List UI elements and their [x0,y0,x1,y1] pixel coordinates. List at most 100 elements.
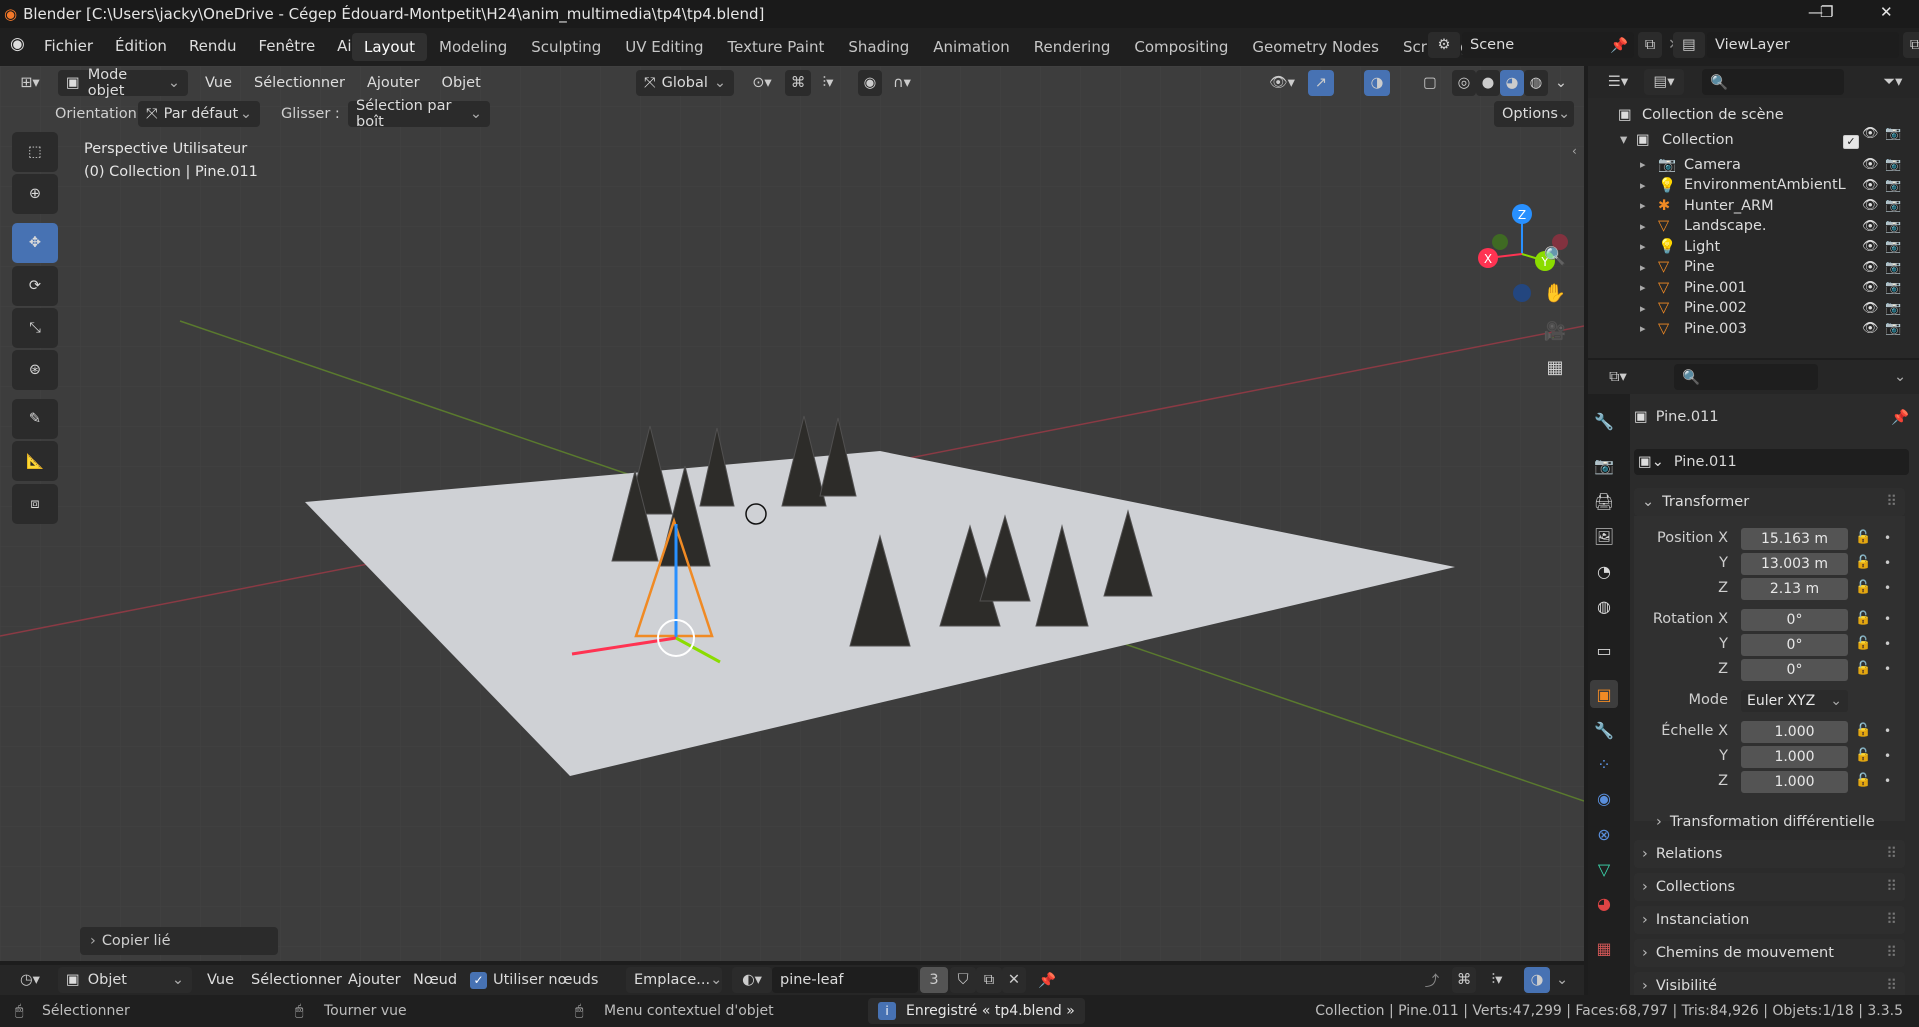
menu-render[interactable]: Rendu [178,31,248,61]
scale-x-field[interactable]: 1.000 [1741,721,1848,743]
position-y-field[interactable]: 13.003 m [1741,553,1848,575]
modifier-tab-icon[interactable]: 🔧 [1590,716,1618,744]
menu-add[interactable]: Ajouter [356,68,431,98]
ortho-grid-icon[interactable]: ▦ [1538,351,1572,383]
select-box-tool[interactable]: ⬚ [12,132,58,172]
delta-transform-header[interactable]: › Transformation différentielle [1656,810,1901,834]
particles-tab-icon[interactable]: ⁘ [1590,750,1618,778]
keyframe-dot-icon[interactable]: • [1884,724,1891,738]
lock-icon[interactable]: 🔓 [1855,636,1871,651]
use-nodes-checkbox[interactable]: ✓ [470,971,487,989]
drag-dropdown[interactable]: Sélection par boît ⌄ [348,98,490,130]
scene-collection-row[interactable]: ▣ Collection de scène [1588,102,1882,127]
constraints-tab-icon[interactable]: ⊗ [1590,820,1618,848]
node-menu-view[interactable]: Vue [196,965,245,995]
chevron-right-icon[interactable]: ▸ [1640,322,1658,335]
menu-file[interactable]: Fichier [33,31,104,61]
proportional-edit-icon[interactable]: ◉ [858,69,882,96]
lock-icon[interactable]: 🔓 [1855,773,1871,788]
material-browse-icon[interactable]: ◐▾ [732,967,772,993]
chevron-right-icon[interactable]: ▸ [1640,240,1658,253]
tab-shading[interactable]: Shading [836,33,921,61]
pin-node-icon[interactable]: 📌 [1038,972,1056,989]
drag-handle-icon[interactable]: ⠿ [1886,978,1897,994]
collection-row[interactable]: ▾ ▣ Collection [1588,127,1882,152]
chevron-right-icon[interactable]: ▸ [1640,158,1658,171]
menu-view[interactable]: Vue [194,68,243,98]
world-tab-icon[interactable]: ◍ [1590,592,1618,620]
properties-search-input[interactable]: 🔍 [1674,364,1818,390]
new-scene-icon[interactable]: ⧉ [1638,32,1663,58]
chevron-down-icon[interactable]: ⌄ [1556,972,1568,988]
snap-icon[interactable]: ⌘ [785,69,811,96]
transform-tool[interactable]: ⊛ [12,350,58,390]
menu-edit[interactable]: Édition [104,31,178,61]
editor-type-icon[interactable]: ⊞▾ [10,70,50,96]
maximize-button[interactable]: ❐ [1820,3,1840,21]
lock-icon[interactable]: 🔓 [1855,723,1871,738]
options-dropdown[interactable]: Options ⌄ [1494,101,1574,127]
node-snap-icon[interactable]: ⌘ [1452,967,1476,993]
wireframe-shading-icon[interactable]: ◎ [1452,69,1476,96]
duplicate-material-icon[interactable]: ⧉ [976,967,1002,993]
lock-icon[interactable]: 🔓 [1855,530,1871,545]
view-layer-tab-icon[interactable]: 🖼 [1590,522,1618,550]
close-button[interactable]: ✕ [1880,3,1893,21]
tab-texture-paint[interactable]: Texture Paint [716,33,837,61]
camera-view-icon[interactable]: 🎥 [1538,315,1572,347]
tool-tab-icon[interactable]: 🔧 [1590,407,1618,435]
chevron-right-icon[interactable]: ▸ [1640,302,1658,315]
pan-hand-icon[interactable]: ✋ [1538,277,1572,309]
node-editor-type-icon[interactable]: ◷▾ [10,967,50,993]
use-nodes-toggle[interactable]: ✓ Utiliser nœuds [470,971,598,989]
viewlayer-field[interactable]: ViewLayer [1707,32,1899,58]
drag-handle-icon[interactable]: ⠿ [1886,846,1897,862]
drag-handle-icon[interactable]: ⠿ [1886,494,1897,510]
chevron-down-icon[interactable]: ⌄ [1894,369,1906,385]
tab-animation[interactable]: Animation [921,33,1021,61]
annotate-tool[interactable]: ✎ [12,399,58,439]
keyframe-dot-icon[interactable]: • [1884,662,1891,676]
rotation-x-field[interactable]: 0° [1741,609,1848,631]
mode-dropdown[interactable]: ▣ Mode objet ⌄ [58,67,188,99]
falloff-icon[interactable]: ∩▾ [884,70,920,96]
panel-header[interactable]: › Chemins de mouvement ⠿ [1634,939,1905,967]
gizmo-toggle-icon[interactable]: ↗ [1308,69,1334,96]
material-users-count[interactable]: 3 [920,967,948,993]
zoom-icon[interactable]: 🔍 [1538,240,1572,272]
sidebar-toggle-icon[interactable]: ‹ [1572,144,1577,158]
drag-handle-icon[interactable]: ⠿ [1886,879,1897,895]
unlink-material-icon[interactable]: ✕ [1002,967,1026,993]
add-cube-tool[interactable]: ⧈ [12,484,58,524]
rotate-tool[interactable]: ⟳ [12,266,58,306]
scale-z-field[interactable]: 1.000 [1741,771,1848,793]
object-browse-icon[interactable]: ▣⌄ [1638,454,1664,470]
snap-target-icon[interactable]: ⫶▾ [812,70,844,96]
outliner-item[interactable]: ▸ ▽ Pine.003 👁 📷 [1588,316,1901,341]
shading-options-icon[interactable]: ⌄ [1550,70,1572,96]
eye-icon[interactable]: 👁 [1862,126,1879,141]
panel-header[interactable]: › Collections ⠿ [1634,873,1905,901]
tab-compositing[interactable]: Compositing [1122,33,1240,61]
pin-scene-icon[interactable]: 📌 [1610,37,1628,54]
scene-tab-icon[interactable]: ◔ [1590,557,1618,585]
lock-icon[interactable]: 🔓 [1855,661,1871,676]
physics-tab-icon[interactable]: ◉ [1590,784,1618,812]
render-tab-icon[interactable]: 📷 [1590,451,1618,479]
parent-node-icon[interactable]: ⤴ [1420,967,1444,993]
position-z-field[interactable]: 2.13 m [1741,578,1848,600]
rotation-y-field[interactable]: 0° [1741,634,1848,656]
rendered-shading-icon[interactable]: ◍ [1524,69,1548,96]
render-camera-icon[interactable]: 📷 [1885,126,1901,141]
chevron-right-icon[interactable]: ▸ [1640,281,1658,294]
xray-icon[interactable]: ▢ [1418,70,1442,96]
keyframe-dot-icon[interactable]: • [1884,749,1891,763]
orientation-dropdown[interactable]: ⤧ Par défaut ⌄ [138,101,260,127]
pivot-icon[interactable]: ⊙▾ [742,70,782,96]
measure-tool[interactable]: 📐 [12,441,58,481]
keyframe-dot-icon[interactable]: • [1884,556,1891,570]
transform-panel-header[interactable]: ⌄ Transformer ⠿ [1634,488,1905,516]
panel-header[interactable]: › Relations ⠿ [1634,840,1905,868]
lock-icon[interactable]: 🔓 [1855,611,1871,626]
tab-layout[interactable]: Layout [352,33,427,61]
